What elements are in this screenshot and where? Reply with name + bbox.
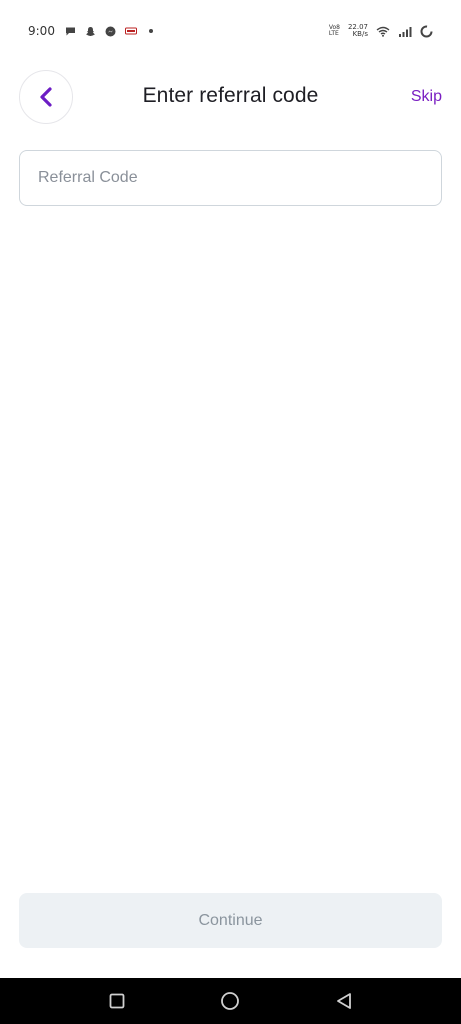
volte-indicator: Vo8 LTE bbox=[329, 25, 340, 37]
page-title: Enter referral code bbox=[142, 84, 319, 107]
continue-button[interactable]: Continue bbox=[19, 893, 442, 948]
recents-square-icon[interactable] bbox=[97, 981, 137, 1021]
snapchat-icon bbox=[85, 25, 97, 37]
signal-icon bbox=[398, 25, 412, 37]
dot-icon bbox=[145, 25, 157, 37]
home-circle-icon[interactable] bbox=[210, 981, 250, 1021]
volte-bottom: LTE bbox=[328, 30, 339, 37]
chat-bubble-icon bbox=[65, 25, 77, 37]
referral-code-input[interactable] bbox=[19, 150, 442, 206]
back-triangle-icon[interactable] bbox=[324, 981, 364, 1021]
battery-ring-icon bbox=[420, 25, 433, 38]
navigation-bar bbox=[0, 978, 461, 1024]
header: Enter referral code Skip bbox=[0, 70, 461, 126]
status-right: Vo8 LTE 22.07 KB/s bbox=[329, 24, 433, 38]
skip-button[interactable]: Skip bbox=[411, 88, 442, 106]
status-time: 9:00 bbox=[28, 24, 55, 38]
network-speed: 22.07 KB/s bbox=[348, 24, 368, 38]
app-icon bbox=[124, 25, 137, 37]
status-left: 9:00 bbox=[28, 24, 157, 38]
wifi-icon bbox=[376, 25, 390, 37]
status-bar: 9:00 Vo8 LTE 22.07 KB/s bbox=[0, 0, 461, 62]
messenger-icon bbox=[105, 25, 117, 37]
network-speed-unit: KB/s bbox=[352, 30, 368, 38]
